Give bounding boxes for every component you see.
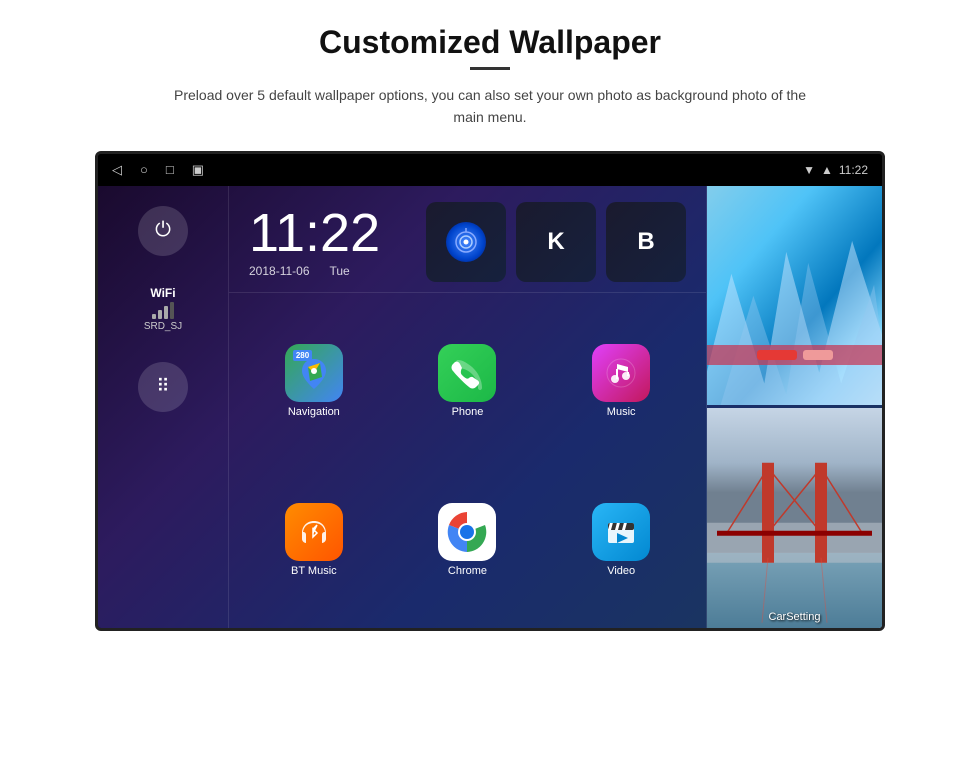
page-wrapper: Customized Wallpaper Preload over 5 defa… [0, 0, 980, 758]
date-value: 2018-11-06 [249, 264, 310, 278]
video-icon [592, 503, 650, 561]
sidebar: ⏻ WiFi SRD_SJ ⠿ [98, 186, 228, 628]
time-section: 11:22 2018-11-06 Tue [229, 186, 706, 293]
bt-music-icon [285, 503, 343, 561]
wifi-status-icon: ▲ [821, 163, 833, 177]
app-grid: 280 Navigation [229, 293, 706, 628]
music-label: Music [607, 406, 636, 418]
time-info: 11:22 2018-11-06 Tue [249, 206, 380, 278]
center-panel: 11:22 2018-11-06 Tue [228, 186, 707, 628]
wallpaper-ice[interactable] [707, 186, 882, 406]
video-label: Video [607, 565, 635, 577]
chrome-label: Chrome [448, 565, 487, 577]
signal-icon [446, 222, 486, 262]
home-nav-icon[interactable]: ○ [140, 162, 148, 177]
title-divider [470, 67, 510, 70]
status-time: 11:22 [839, 163, 868, 177]
music-icon [592, 344, 650, 402]
back-nav-icon[interactable]: ◁ [112, 162, 122, 178]
location-icon: ▼ [803, 163, 815, 177]
wifi-bar-3 [164, 306, 168, 319]
app-video[interactable]: Video [544, 460, 698, 620]
wifi-label: WiFi [150, 286, 175, 300]
day-value: Tue [330, 264, 350, 278]
signal-widget[interactable] [426, 202, 506, 282]
wifi-bars [152, 302, 174, 319]
date-display: 2018-11-06 Tue [249, 264, 380, 278]
phone-icon [438, 344, 496, 402]
wifi-ssid: SRD_SJ [144, 321, 182, 332]
app-music[interactable]: Music [544, 301, 698, 461]
screen-nav-icon[interactable]: ▣ [192, 162, 204, 178]
power-icon: ⏻ [155, 219, 171, 242]
app-chrome[interactable]: Chrome [391, 460, 545, 620]
b-widget[interactable]: B [606, 202, 686, 282]
navigation-label: Navigation [288, 406, 340, 418]
chrome-icon [438, 503, 496, 561]
apps-grid-button[interactable]: ⠿ [138, 362, 188, 412]
app-navigation[interactable]: 280 Navigation [237, 301, 391, 461]
app-phone[interactable]: Phone [391, 301, 545, 461]
page-title: Customized Wallpaper [319, 24, 661, 61]
status-bar-left: ◁ ○ □ ▣ [112, 162, 204, 178]
recents-nav-icon[interactable]: □ [166, 162, 174, 177]
apps-grid-icon: ⠿ [156, 376, 169, 397]
widget-icons: K B [426, 202, 686, 282]
wallpaper-bridge-label: CarSetting [707, 611, 882, 623]
screen-content: ⏻ WiFi SRD_SJ ⠿ [98, 186, 882, 628]
right-panel: CarSetting [707, 186, 882, 628]
status-bar: ◁ ○ □ ▣ ▼ ▲ 11:22 [98, 154, 882, 186]
wifi-bar-4 [170, 302, 174, 319]
wifi-bar-1 [152, 314, 156, 319]
time-display: 11:22 [249, 206, 380, 260]
power-button[interactable]: ⏻ [138, 206, 188, 256]
maps-badge: 280 [293, 350, 312, 361]
wifi-bar-2 [158, 310, 162, 319]
k-widget[interactable]: K [516, 202, 596, 282]
bt-music-label: BT Music [291, 565, 337, 577]
wifi-section: WiFi SRD_SJ [144, 286, 182, 332]
page-desc: Preload over 5 default wallpaper options… [170, 84, 810, 129]
wallpaper-bridge[interactable]: CarSetting [707, 408, 882, 628]
phone-label: Phone [452, 406, 484, 418]
device-screen: ◁ ○ □ ▣ ▼ ▲ 11:22 ⏻ WiFi [95, 151, 885, 631]
navigation-icon: 280 [285, 344, 343, 402]
app-bt-music[interactable]: BT Music [237, 460, 391, 620]
status-bar-right: ▼ ▲ 11:22 [803, 163, 868, 177]
